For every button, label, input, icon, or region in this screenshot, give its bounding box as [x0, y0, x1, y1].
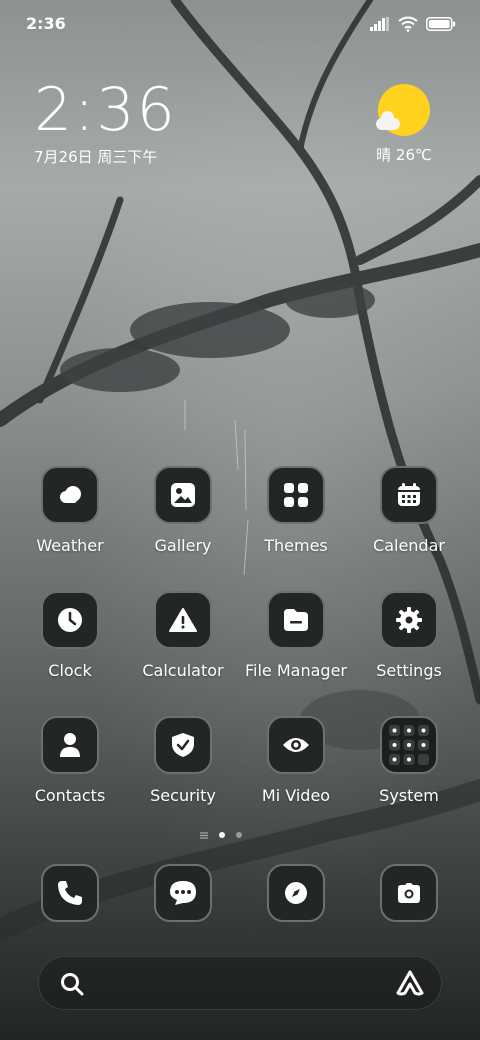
clock-widget[interactable]: 2:36 7月26日 周三下午 — [34, 78, 177, 167]
app-label: Security — [150, 786, 216, 805]
app-label: Contacts — [34, 786, 106, 805]
gallery-app-icon — [154, 466, 212, 524]
shield-icon — [172, 733, 194, 757]
app-security[interactable]: Security — [128, 716, 238, 805]
clock-icon — [58, 608, 82, 632]
system-folder-icon — [380, 716, 438, 774]
warning-icon — [169, 608, 197, 632]
dock-messages-button[interactable] — [154, 864, 212, 922]
wifi-icon — [398, 16, 418, 32]
app-weather[interactable]: Weather — [15, 466, 125, 555]
page-dot — [236, 832, 242, 838]
dock-phone-button[interactable] — [41, 864, 99, 922]
page-indicator[interactable] — [200, 830, 250, 840]
gear-icon — [396, 607, 422, 633]
widget-time: 2:36 — [34, 75, 177, 145]
app-themes[interactable]: Themes — [241, 466, 351, 555]
battery-icon — [426, 17, 456, 31]
weather-text: 晴 26℃ — [376, 146, 432, 164]
signal-icon — [370, 17, 389, 31]
file-manager-app-icon — [267, 591, 325, 649]
message-icon — [170, 881, 196, 905]
sun-cloud-icon — [376, 84, 430, 136]
widget-date: 7月26日 周三下午 — [34, 148, 158, 166]
calendar-app-icon — [380, 466, 438, 524]
dock-camera-button[interactable] — [380, 864, 438, 922]
themes-app-icon — [267, 466, 325, 524]
app-calculator[interactable]: Calculator — [128, 591, 238, 680]
app-label: Clock — [48, 661, 92, 680]
folder-grid-icon — [389, 725, 429, 765]
app-gallery[interactable]: Gallery — [128, 466, 238, 555]
mi-video-app-icon — [267, 716, 325, 774]
app-folder-system[interactable]: System — [354, 716, 464, 805]
weather-widget[interactable]: 晴 26℃ — [364, 84, 444, 165]
app-clock[interactable]: Clock — [15, 591, 125, 680]
eye-icon — [283, 738, 309, 752]
dock-browser-button[interactable] — [267, 864, 325, 922]
clock-app-icon — [41, 591, 99, 649]
app-file-manager[interactable]: File Manager — [241, 591, 351, 680]
app-label: File Manager — [245, 661, 347, 680]
phone-icon — [58, 881, 82, 905]
app-label: Mi Video — [261, 786, 331, 805]
app-settings[interactable]: Settings — [354, 591, 464, 680]
app-label: Weather — [36, 536, 104, 555]
app-label: Gallery — [154, 536, 212, 555]
status-icons — [370, 16, 456, 32]
home-lines-icon — [200, 832, 208, 839]
assistant-icon[interactable] — [395, 969, 425, 997]
cloud-icon — [60, 486, 81, 503]
status-bar: 2:36 — [26, 14, 456, 36]
app-label: System — [379, 786, 439, 805]
grid-icon — [284, 483, 308, 507]
app-label: Calendar — [373, 536, 445, 555]
camera-icon — [398, 883, 420, 903]
app-label: Settings — [376, 661, 442, 680]
search-bar[interactable] — [38, 956, 442, 1010]
app-calendar[interactable]: Calendar — [354, 466, 464, 555]
app-mi-video[interactable]: Mi Video — [241, 716, 351, 805]
person-icon — [60, 733, 80, 757]
calendar-icon — [398, 483, 420, 506]
security-app-icon — [154, 716, 212, 774]
page-dot-active — [219, 832, 225, 838]
compass-icon — [285, 882, 307, 904]
settings-app-icon — [380, 591, 438, 649]
app-label: Themes — [264, 536, 328, 555]
folder-icon — [284, 609, 308, 631]
image-icon — [171, 483, 195, 507]
status-time: 2:36 — [26, 14, 66, 33]
weather-app-icon — [41, 466, 99, 524]
calculator-app-icon — [154, 591, 212, 649]
app-label: Calculator — [142, 661, 224, 680]
app-contacts[interactable]: Contacts — [15, 716, 125, 805]
search-icon[interactable] — [59, 971, 85, 997]
contacts-app-icon — [41, 716, 99, 774]
